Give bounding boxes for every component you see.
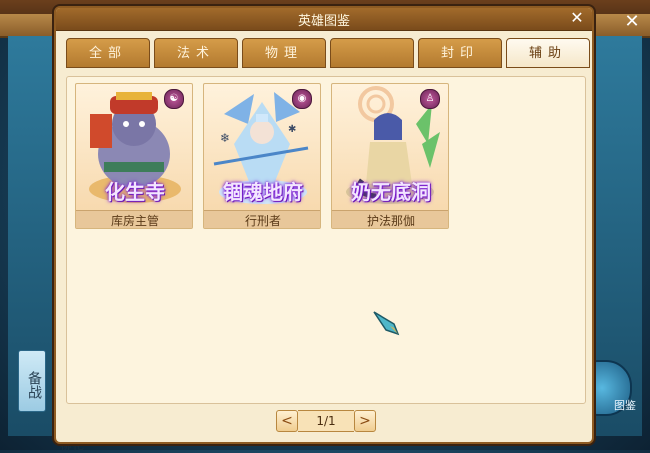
tab-support[interactable]: 辅助 bbox=[506, 38, 590, 68]
hero-card[interactable]: ☯ 化生寺 库房主管 bbox=[75, 83, 193, 229]
pagination: < 1/1 > bbox=[276, 410, 376, 432]
dialog-titlebar: 英雄图鉴 ✕ bbox=[56, 8, 592, 31]
tab-physical[interactable]: 物理 bbox=[242, 38, 326, 68]
hero-card[interactable]: ♙ 奶无底洞 护法那伽 bbox=[331, 83, 449, 229]
svg-text:✱: ✱ bbox=[288, 124, 296, 135]
hero-school-name: 锢魂地府 bbox=[223, 180, 303, 204]
category-tabs: 全部 法术 物理 封印 辅助 bbox=[66, 38, 590, 68]
right-book-label: 图鉴 bbox=[614, 399, 636, 412]
tab-all[interactable]: 全部 bbox=[66, 38, 150, 68]
hero-codex-dialog: 英雄图鉴 ✕ 全部 法术 物理 封印 辅助 ☯ 化生寺 库房主管 ❄ ✱ ◉ 锢… bbox=[54, 6, 594, 444]
dialog-title: 英雄图鉴 bbox=[297, 14, 350, 29]
tab-hidden[interactable] bbox=[330, 38, 414, 68]
page-indicator: 1/1 bbox=[298, 410, 354, 432]
hero-school-name: 化生寺 bbox=[105, 180, 165, 204]
school-emblem-icon: ◉ bbox=[292, 89, 312, 109]
prepare-battle-button[interactable]: 备战 bbox=[18, 350, 46, 412]
school-emblem-icon: ♙ bbox=[420, 89, 440, 109]
back-window-close-icon[interactable]: ✕ bbox=[622, 12, 642, 32]
hero-role-label: 库房主管 bbox=[76, 210, 192, 228]
hero-card[interactable]: ❄ ✱ ◉ 锢魂地府 行刑者 bbox=[203, 83, 321, 229]
next-page-button[interactable]: > bbox=[354, 410, 376, 432]
tab-magic[interactable]: 法术 bbox=[154, 38, 238, 68]
close-icon[interactable]: ✕ bbox=[568, 9, 586, 27]
tab-seal[interactable]: 封印 bbox=[418, 38, 502, 68]
hero-grid: ☯ 化生寺 库房主管 ❄ ✱ ◉ 锢魂地府 行刑者 ♙ 奶无底洞 护法那伽 bbox=[66, 76, 586, 404]
svg-text:❄: ❄ bbox=[220, 131, 230, 145]
hero-school-name: 奶无底洞 bbox=[351, 180, 431, 204]
prev-page-button[interactable]: < bbox=[276, 410, 298, 432]
hero-role-label: 护法那伽 bbox=[332, 210, 448, 228]
mouse-cursor-icon bbox=[373, 311, 400, 336]
school-emblem-icon: ☯ bbox=[164, 89, 184, 109]
hero-role-label: 行刑者 bbox=[204, 210, 320, 228]
